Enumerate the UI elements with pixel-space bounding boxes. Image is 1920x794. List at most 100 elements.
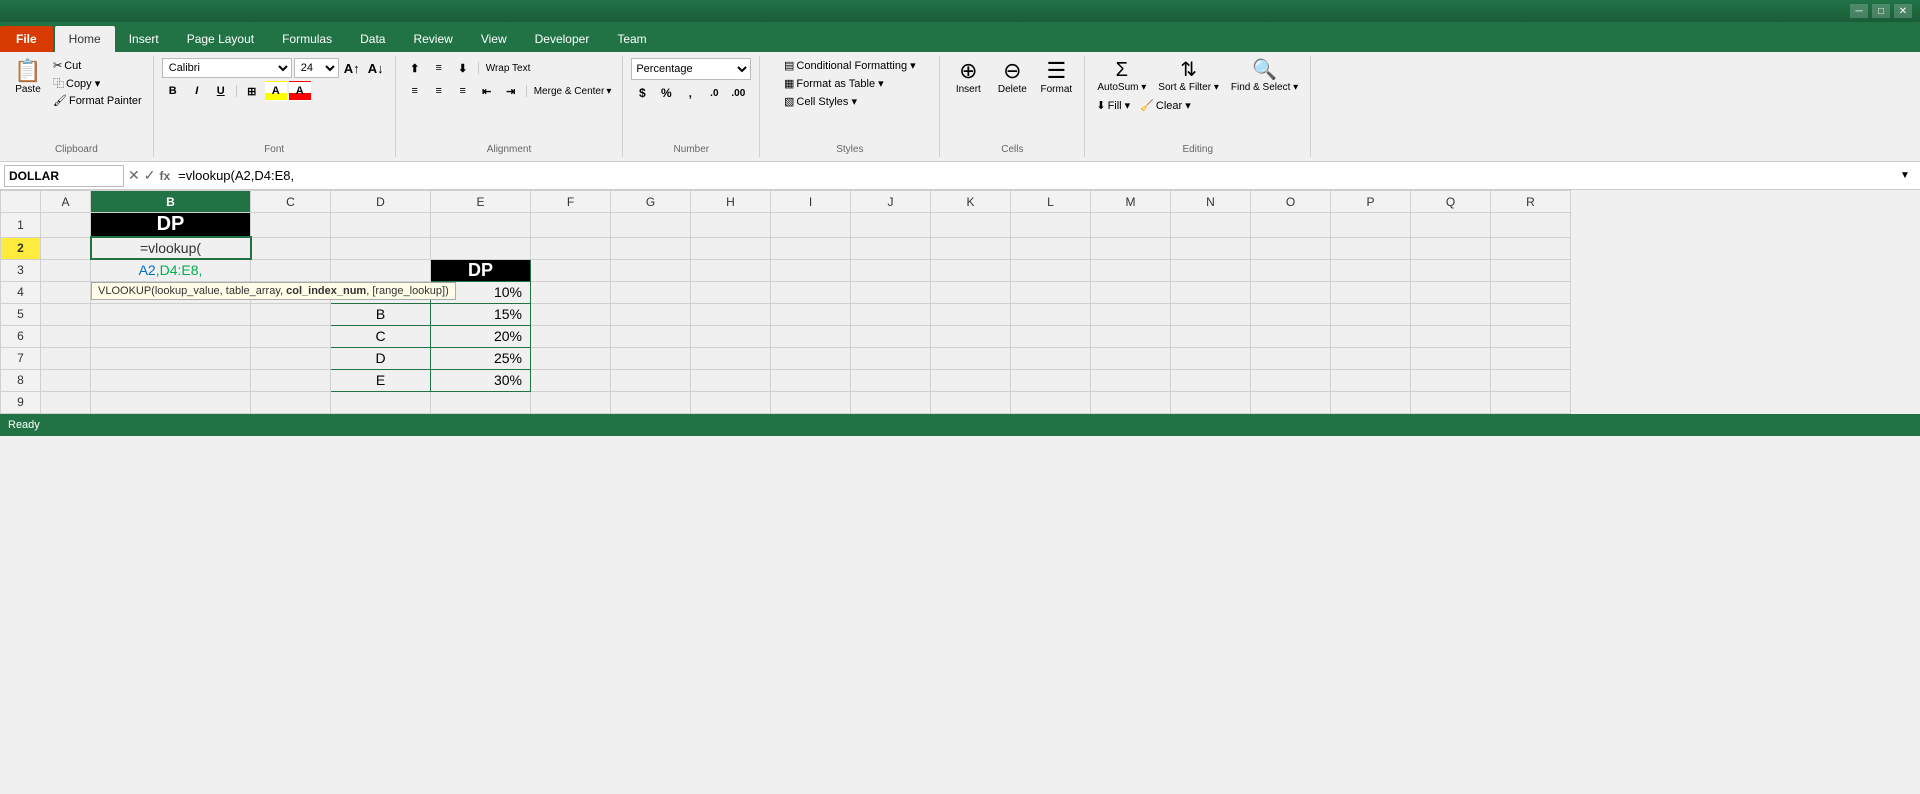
increase-indent-btn[interactable]: ⇥ [500, 81, 522, 101]
cell-C7[interactable] [251, 347, 331, 369]
cell-N3[interactable] [1171, 259, 1251, 281]
font-size-select[interactable]: 24 [294, 58, 339, 78]
cell-R2[interactable] [1491, 237, 1571, 259]
cell-D8[interactable]: E [331, 369, 431, 391]
col-header-R[interactable]: R [1491, 191, 1571, 213]
cell-K6[interactable] [931, 325, 1011, 347]
cell-N1[interactable] [1171, 213, 1251, 238]
cell-B8[interactable] [91, 369, 251, 391]
cell-L7[interactable] [1011, 347, 1091, 369]
cell-A3[interactable] [41, 259, 91, 281]
align-top-btn[interactable]: ⬆ [404, 58, 426, 78]
row-header-9[interactable]: 9 [1, 391, 41, 413]
cell-H2[interactable] [691, 237, 771, 259]
fill-color-button[interactable]: A [265, 81, 287, 101]
cell-N5[interactable] [1171, 303, 1251, 325]
cell-C1[interactable] [251, 213, 331, 238]
cell-D6[interactable]: C [331, 325, 431, 347]
align-right-btn[interactable]: ≡ [452, 81, 474, 101]
cell-H3[interactable] [691, 259, 771, 281]
col-header-C[interactable]: C [251, 191, 331, 213]
cell-K1[interactable] [931, 213, 1011, 238]
format-painter-button[interactable]: 🖌 Format Painter [50, 93, 145, 108]
cell-G4[interactable] [611, 281, 691, 303]
cell-H4[interactable] [691, 281, 771, 303]
insert-function-icon[interactable]: fx [159, 169, 170, 183]
find-select-button[interactable]: 🔍 Find & Select ▾ [1227, 58, 1302, 96]
cell-H1[interactable] [691, 213, 771, 238]
row-header-1[interactable]: 1 [1, 213, 41, 238]
row-header-6[interactable]: 6 [1, 325, 41, 347]
tab-insert[interactable]: Insert [115, 26, 173, 52]
align-middle-btn[interactable]: ≡ [428, 58, 450, 78]
cell-F6[interactable] [531, 325, 611, 347]
cell-I2[interactable] [771, 237, 851, 259]
cell-K4[interactable] [931, 281, 1011, 303]
percent-btn[interactable]: % [655, 83, 677, 103]
cell-A1[interactable] [41, 213, 91, 238]
close-btn[interactable]: ✕ [1894, 4, 1912, 18]
cell-K2[interactable] [931, 237, 1011, 259]
cell-L2[interactable] [1011, 237, 1091, 259]
cell-B2[interactable]: =vlookup( [91, 237, 251, 259]
cell-Q2[interactable] [1411, 237, 1491, 259]
col-header-A[interactable]: A [41, 191, 91, 213]
minimize-btn[interactable]: ─ [1850, 4, 1868, 18]
cell-R9[interactable] [1491, 391, 1571, 413]
cell-I5[interactable] [771, 303, 851, 325]
cell-F9[interactable] [531, 391, 611, 413]
cell-L1[interactable] [1011, 213, 1091, 238]
cell-J8[interactable] [851, 369, 931, 391]
cell-C3[interactable] [251, 259, 331, 281]
cell-M7[interactable] [1091, 347, 1171, 369]
cell-R7[interactable] [1491, 347, 1571, 369]
border-button[interactable]: ⊞ [241, 81, 263, 101]
col-header-F[interactable]: F [531, 191, 611, 213]
cell-O8[interactable] [1251, 369, 1331, 391]
col-header-E[interactable]: E [431, 191, 531, 213]
row-header-4[interactable]: 4 [1, 281, 41, 303]
cell-B9[interactable] [91, 391, 251, 413]
cell-F8[interactable] [531, 369, 611, 391]
cell-P2[interactable] [1331, 237, 1411, 259]
cell-A8[interactable] [41, 369, 91, 391]
cell-J4[interactable] [851, 281, 931, 303]
cell-E7[interactable]: 25% [431, 347, 531, 369]
row-header-7[interactable]: 7 [1, 347, 41, 369]
align-center-btn[interactable]: ≡ [428, 81, 450, 101]
col-header-K[interactable]: K [931, 191, 1011, 213]
italic-button[interactable]: I [186, 81, 208, 101]
cell-P3[interactable] [1331, 259, 1411, 281]
cell-G1[interactable] [611, 213, 691, 238]
cell-L8[interactable] [1011, 369, 1091, 391]
cell-F7[interactable] [531, 347, 611, 369]
decrease-font-btn[interactable]: A↓ [365, 58, 387, 78]
cell-M8[interactable] [1091, 369, 1171, 391]
cell-A2[interactable] [41, 237, 91, 259]
cell-N4[interactable] [1171, 281, 1251, 303]
autosum-button[interactable]: Σ AutoSum ▾ [1093, 58, 1150, 96]
cell-P1[interactable] [1331, 213, 1411, 238]
fill-button[interactable]: ⬇ Fill ▾ [1093, 98, 1133, 113]
row-header-8[interactable]: 8 [1, 369, 41, 391]
cell-Q6[interactable] [1411, 325, 1491, 347]
tab-formulas[interactable]: Formulas [268, 26, 346, 52]
name-box[interactable] [4, 165, 124, 187]
col-header-P[interactable]: P [1331, 191, 1411, 213]
cell-P4[interactable] [1331, 281, 1411, 303]
cell-F5[interactable] [531, 303, 611, 325]
cell-O1[interactable] [1251, 213, 1331, 238]
cell-J2[interactable] [851, 237, 931, 259]
cell-I6[interactable] [771, 325, 851, 347]
cell-E8[interactable]: 30% [431, 369, 531, 391]
paste-button[interactable]: 📋 Paste [8, 58, 48, 98]
col-header-O[interactable]: O [1251, 191, 1331, 213]
col-header-G[interactable]: G [611, 191, 691, 213]
cell-N9[interactable] [1171, 391, 1251, 413]
cell-Q1[interactable] [1411, 213, 1491, 238]
cell-R4[interactable] [1491, 281, 1571, 303]
delete-button[interactable]: ⊖ Delete [992, 58, 1032, 98]
row-header-3[interactable]: 3 [1, 259, 41, 281]
cell-I4[interactable] [771, 281, 851, 303]
cell-J1[interactable] [851, 213, 931, 238]
